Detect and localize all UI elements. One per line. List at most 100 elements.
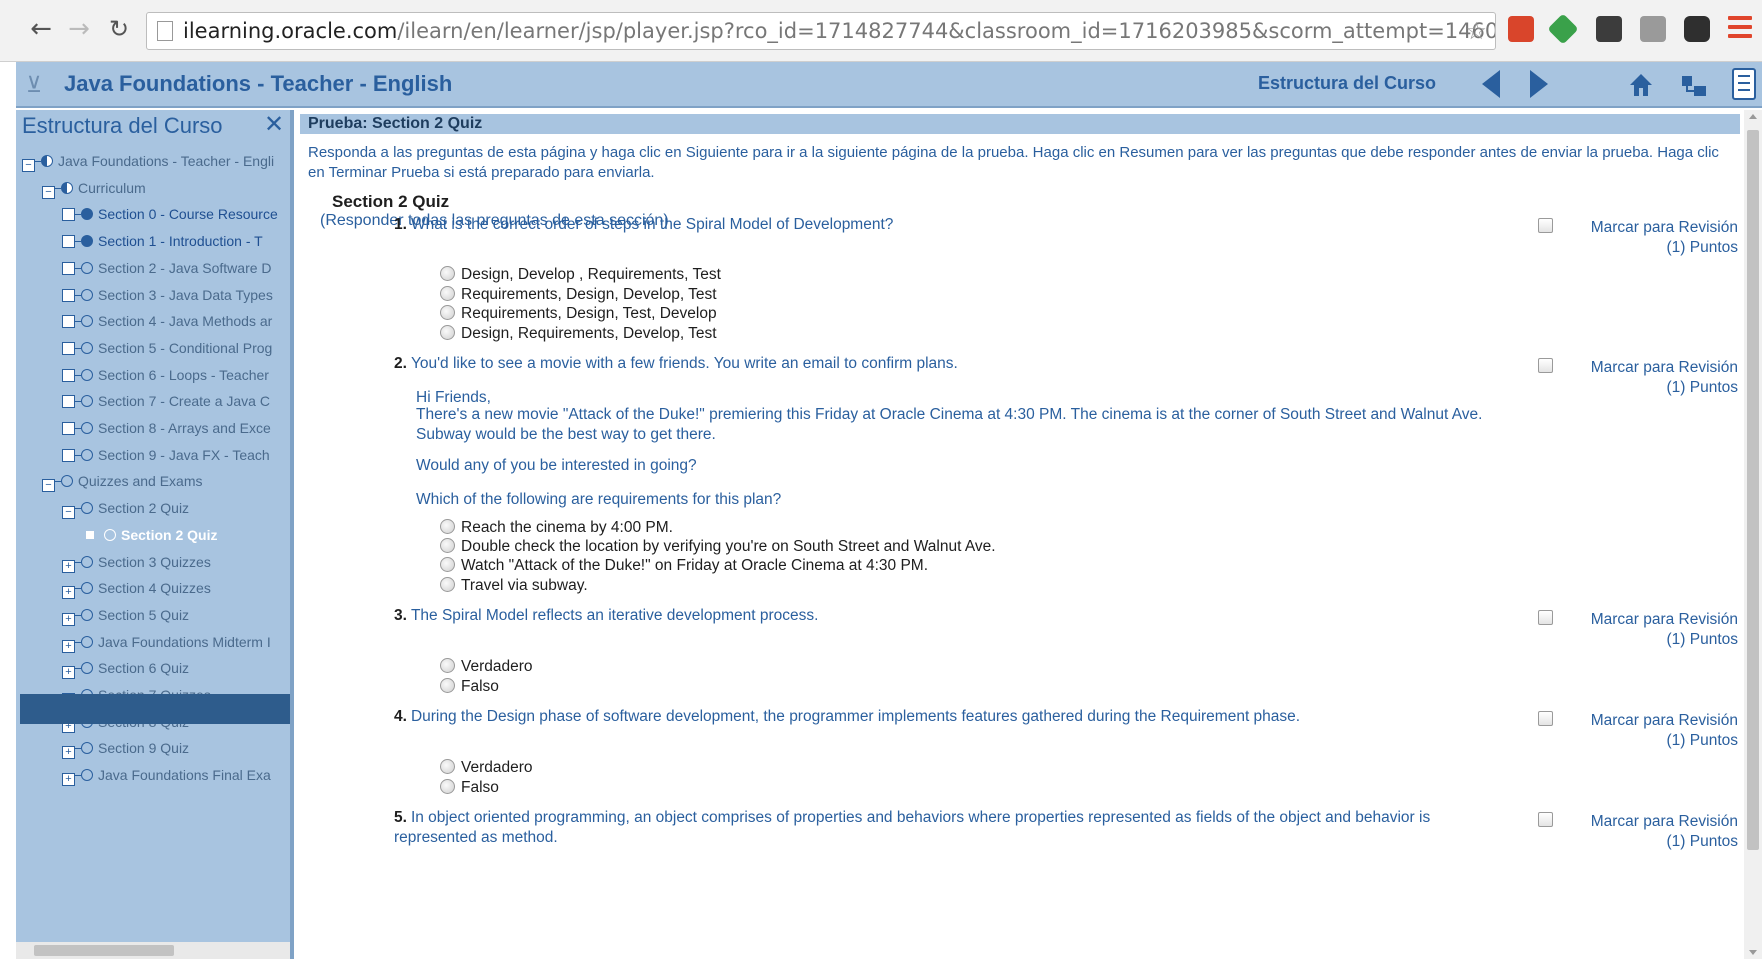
review-checkbox[interactable] (1538, 218, 1553, 233)
expand-icon[interactable]: + (62, 586, 75, 600)
answer-option[interactable]: Double check the location by verifying y… (440, 537, 996, 557)
course-structure-link[interactable]: Estructura del Curso (1258, 73, 1436, 94)
rss-icon[interactable] (1640, 16, 1666, 42)
expand-icon[interactable]: + (62, 559, 75, 573)
expand-icon[interactable]: + (62, 639, 75, 653)
menu-icon[interactable] (1728, 16, 1752, 42)
expand-icon[interactable]: + (62, 773, 75, 787)
radio-button[interactable] (440, 538, 455, 553)
tree-item[interactable]: + Section 4 Quizzes (62, 573, 211, 603)
horizontal-scrollbar[interactable] (16, 942, 290, 959)
extension-icon[interactable] (1596, 16, 1622, 42)
answer-option[interactable]: Falso (440, 677, 499, 697)
mark-for-review[interactable]: Marcar para Revisión (1) Puntos (1538, 358, 1738, 398)
mark-for-review[interactable]: Marcar para Revisión (1) Puntos (1538, 218, 1738, 258)
leaf-box-icon[interactable] (62, 448, 75, 462)
notes-icon[interactable] (1732, 68, 1756, 100)
reload-icon[interactable]: ↻ (104, 14, 134, 44)
answer-option[interactable]: Design, Develop , Requirements, Test (440, 265, 721, 285)
address-bar[interactable]: ilearning.oracle.com/ilearn/en/learner/j… (146, 12, 1496, 50)
radio-button[interactable] (440, 577, 455, 592)
collapse-icon[interactable]: − (22, 159, 35, 172)
tree-view-icon[interactable] (1680, 74, 1708, 98)
radio-button[interactable] (440, 779, 455, 794)
tree-item[interactable]: Section 0 - Course Resource (62, 199, 278, 229)
tree-item[interactable]: + Section 6 Quiz (62, 653, 189, 683)
tree-item[interactable]: + Section 9 Quiz (62, 733, 189, 763)
radio-button[interactable] (440, 325, 455, 340)
close-icon[interactable]: ✕ (264, 110, 284, 138)
tree-item[interactable]: Section 3 - Java Data Types (62, 280, 273, 310)
tree-item[interactable]: + Java Foundations Final Exa (62, 760, 271, 790)
bookmark-star-icon[interactable]: ☆ (1465, 13, 1487, 49)
tree-item[interactable]: Section 9 - Java FX - Teach (62, 440, 270, 470)
leaf-box-icon[interactable] (62, 315, 75, 329)
expand-icon[interactable]: + (62, 612, 75, 626)
radio-button[interactable] (440, 759, 455, 774)
tree-item[interactable]: Section 5 - Conditional Prog (62, 333, 272, 363)
home-icon[interactable] (1628, 72, 1654, 98)
answer-option[interactable]: Requirements, Design, Test, Develop (440, 304, 717, 324)
answer-option[interactable]: Verdadero (440, 657, 533, 677)
next-arrow-icon[interactable] (1524, 70, 1552, 100)
vertical-scrollbar[interactable] (1744, 110, 1762, 959)
tree-selected-row[interactable] (20, 694, 290, 724)
collapse-icon[interactable]: − (42, 479, 55, 493)
tree-item[interactable]: Section 2 - Java Software D (62, 253, 272, 283)
review-checkbox[interactable] (1538, 610, 1553, 625)
leaf-box-icon[interactable] (62, 288, 75, 302)
answer-option[interactable]: Design, Requirements, Develop, Test (440, 324, 717, 344)
answer-option[interactable]: Reach the cinema by 4:00 PM. (440, 518, 673, 538)
answer-option[interactable]: Watch "Attack of the Duke!" on Friday at… (440, 556, 928, 576)
previous-arrow-icon[interactable] (1478, 70, 1506, 100)
mark-for-review[interactable]: Marcar para Revisión (1) Puntos (1538, 711, 1738, 751)
radio-button[interactable] (440, 658, 455, 673)
mark-for-review[interactable]: Marcar para Revisión (1) Puntos (1538, 812, 1738, 852)
answer-option[interactable]: Verdadero (440, 758, 533, 778)
scrollbar-thumb[interactable] (34, 945, 174, 956)
tree-item[interactable]: Section 1 - Introduction - T (62, 226, 263, 256)
tree-item[interactable]: + Java Foundations Midterm I (62, 627, 271, 657)
tree-item[interactable]: − Quizzes and Exams (42, 466, 203, 496)
collapse-icon[interactable]: − (62, 506, 75, 520)
answer-option[interactable]: Falso (440, 778, 499, 798)
tree-item[interactable]: + Section 5 Quiz (62, 600, 189, 630)
scroll-down-icon[interactable] (1749, 950, 1757, 955)
radio-button[interactable] (440, 519, 455, 534)
leaf-box-icon[interactable] (62, 422, 75, 435)
scrollbar-thumb[interactable] (1747, 130, 1759, 850)
radio-button[interactable] (440, 266, 455, 281)
review-checkbox[interactable] (1538, 812, 1553, 827)
leaf-box-icon[interactable] (62, 395, 75, 409)
leaf-box-icon[interactable] (62, 235, 75, 249)
back-icon[interactable]: ← (26, 14, 56, 44)
extension-icon[interactable] (1684, 16, 1710, 42)
tree-item[interactable]: − Curriculum (42, 173, 146, 203)
leaf-box-icon[interactable] (62, 368, 75, 382)
scroll-up-icon[interactable] (1749, 114, 1757, 119)
expand-icon[interactable]: + (62, 746, 75, 760)
leaf-box-icon[interactable] (62, 261, 75, 275)
collapse-icon[interactable]: − (42, 185, 55, 199)
forward-icon[interactable]: → (64, 14, 94, 44)
tree-item[interactable]: − Section 2 Quiz (62, 493, 189, 523)
mark-for-review[interactable]: Marcar para Revisión (1) Puntos (1538, 610, 1738, 650)
tree-item[interactable]: Section 8 - Arrays and Exce (62, 413, 271, 443)
leaf-box-icon[interactable] (62, 208, 75, 222)
tree-item[interactable]: − Java Foundations - Teacher - Engli (22, 146, 274, 176)
answer-option[interactable]: Requirements, Design, Develop, Test (440, 285, 717, 305)
extension-icon[interactable] (1547, 13, 1579, 45)
tree-item[interactable]: Section 4 - Java Methods ar (62, 306, 272, 336)
tree-item[interactable]: Section 7 - Create a Java C (62, 386, 270, 416)
answer-option[interactable]: Travel via subway. (440, 576, 588, 596)
radio-button[interactable] (440, 286, 455, 301)
review-checkbox[interactable] (1538, 358, 1553, 373)
radio-button[interactable] (440, 557, 455, 572)
radio-button[interactable] (440, 305, 455, 320)
extension-icon[interactable] (1508, 16, 1534, 42)
expand-icon[interactable]: + (62, 666, 75, 680)
tree-item[interactable]: Section 6 - Loops - Teacher (62, 360, 269, 390)
review-checkbox[interactable] (1538, 711, 1553, 726)
tree-item[interactable]: Section 2 Quiz (86, 520, 217, 550)
tree-item[interactable]: + Section 3 Quizzes (62, 547, 211, 577)
